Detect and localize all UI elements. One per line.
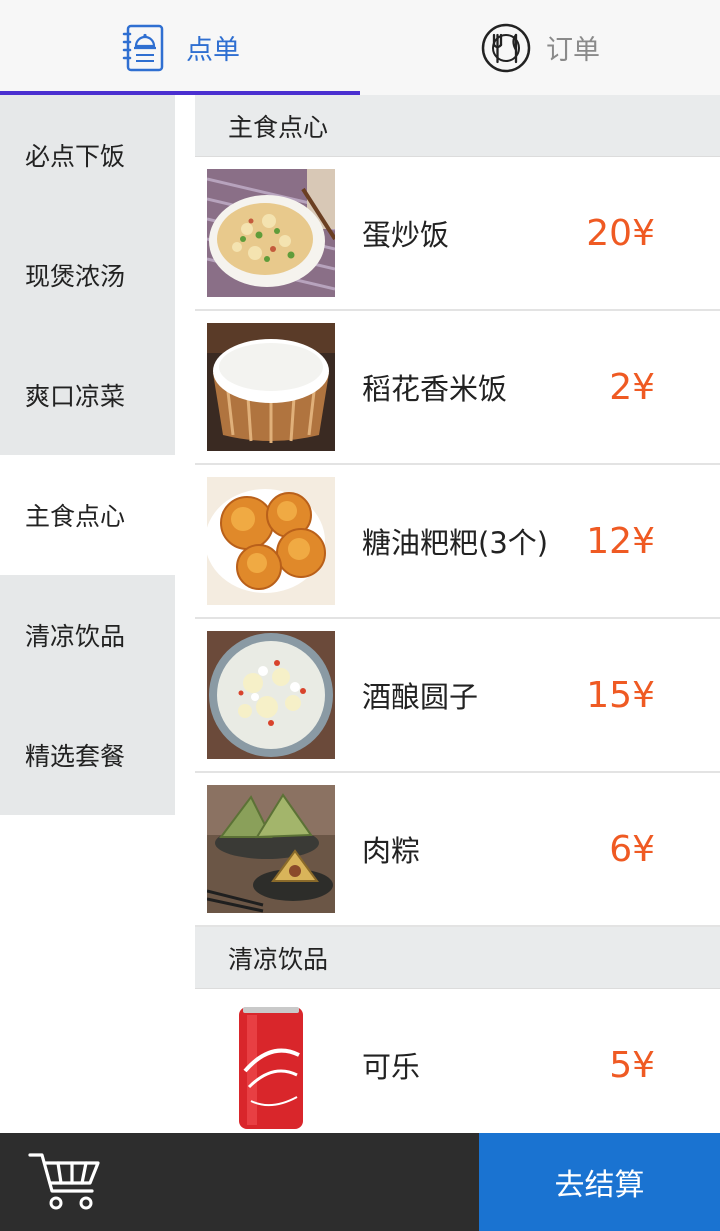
egg-fried-rice-image bbox=[207, 169, 335, 297]
category-item[interactable]: 现煲浓汤 bbox=[0, 215, 175, 335]
tab-order-menu[interactable]: 点单 bbox=[0, 0, 360, 95]
zongzi-image bbox=[207, 785, 335, 913]
category-item[interactable]: 清凉饮品 bbox=[0, 575, 175, 695]
section-header: 清凉饮品 bbox=[195, 927, 720, 989]
dish-item[interactable]: 蛋炒饭 20¥ bbox=[195, 157, 720, 311]
dish-price: 5¥ bbox=[609, 1044, 655, 1086]
rice-ball-soup-image bbox=[207, 631, 335, 759]
dish-name: 肉粽 bbox=[362, 834, 421, 868]
shopping-cart-icon bbox=[28, 1153, 100, 1210]
top-tab-bar: 点单 订单 bbox=[0, 0, 720, 95]
tab-order-menu-label: 点单 bbox=[186, 35, 240, 66]
dish-name: 酒酿圆子 bbox=[362, 680, 479, 714]
dish-item[interactable]: 糖油粑粑(3个) 12¥ bbox=[195, 465, 720, 619]
dish-name: 糖油粑粑(3个) bbox=[362, 526, 549, 560]
category-item[interactable]: 爽口凉菜 bbox=[0, 335, 175, 455]
dish-price: 2¥ bbox=[609, 366, 655, 408]
menu-book-icon bbox=[122, 24, 164, 71]
sugar-oil-cake-image bbox=[207, 477, 335, 605]
section-header: 主食点心 bbox=[195, 95, 720, 157]
cola-can-image bbox=[207, 1001, 335, 1129]
dish-name: 蛋炒饭 bbox=[362, 218, 450, 252]
cart-button[interactable] bbox=[0, 1133, 479, 1231]
dish-list[interactable]: 主食点心 蛋炒饭 20¥ 稻花香米饭 2¥ 糖油粑粑(3个) 12¥ 酒酿圆子 … bbox=[195, 95, 720, 1133]
dish-name: 可乐 bbox=[362, 1050, 421, 1084]
dish-item[interactable]: 稻花香米饭 2¥ bbox=[195, 311, 720, 465]
steamed-rice-image bbox=[207, 323, 335, 451]
dish-item[interactable]: 肉粽 6¥ bbox=[195, 773, 720, 927]
dish-price: 15¥ bbox=[586, 674, 655, 716]
dish-price: 12¥ bbox=[586, 520, 655, 562]
dish-item[interactable]: 可乐 5¥ bbox=[195, 989, 720, 1133]
tab-orders-label: 订单 bbox=[546, 35, 600, 66]
category-item-active[interactable]: 主食点心 bbox=[0, 455, 175, 575]
checkout-button[interactable]: 去结算 bbox=[479, 1133, 720, 1231]
tab-orders[interactable]: 订单 bbox=[360, 0, 720, 95]
dining-plate-icon bbox=[481, 23, 531, 72]
category-sidebar: 必点下饭 现煲浓汤 爽口凉菜 主食点心 清凉饮品 精选套餐 bbox=[0, 95, 175, 1133]
category-item[interactable]: 精选套餐 bbox=[0, 695, 175, 815]
dish-price: 20¥ bbox=[586, 212, 655, 254]
category-item[interactable]: 必点下饭 bbox=[0, 95, 175, 215]
dish-price: 6¥ bbox=[609, 828, 655, 870]
dish-name: 稻花香米饭 bbox=[362, 372, 508, 406]
bottom-bar: 去结算 bbox=[0, 1133, 720, 1231]
dish-item[interactable]: 酒酿圆子 15¥ bbox=[195, 619, 720, 773]
